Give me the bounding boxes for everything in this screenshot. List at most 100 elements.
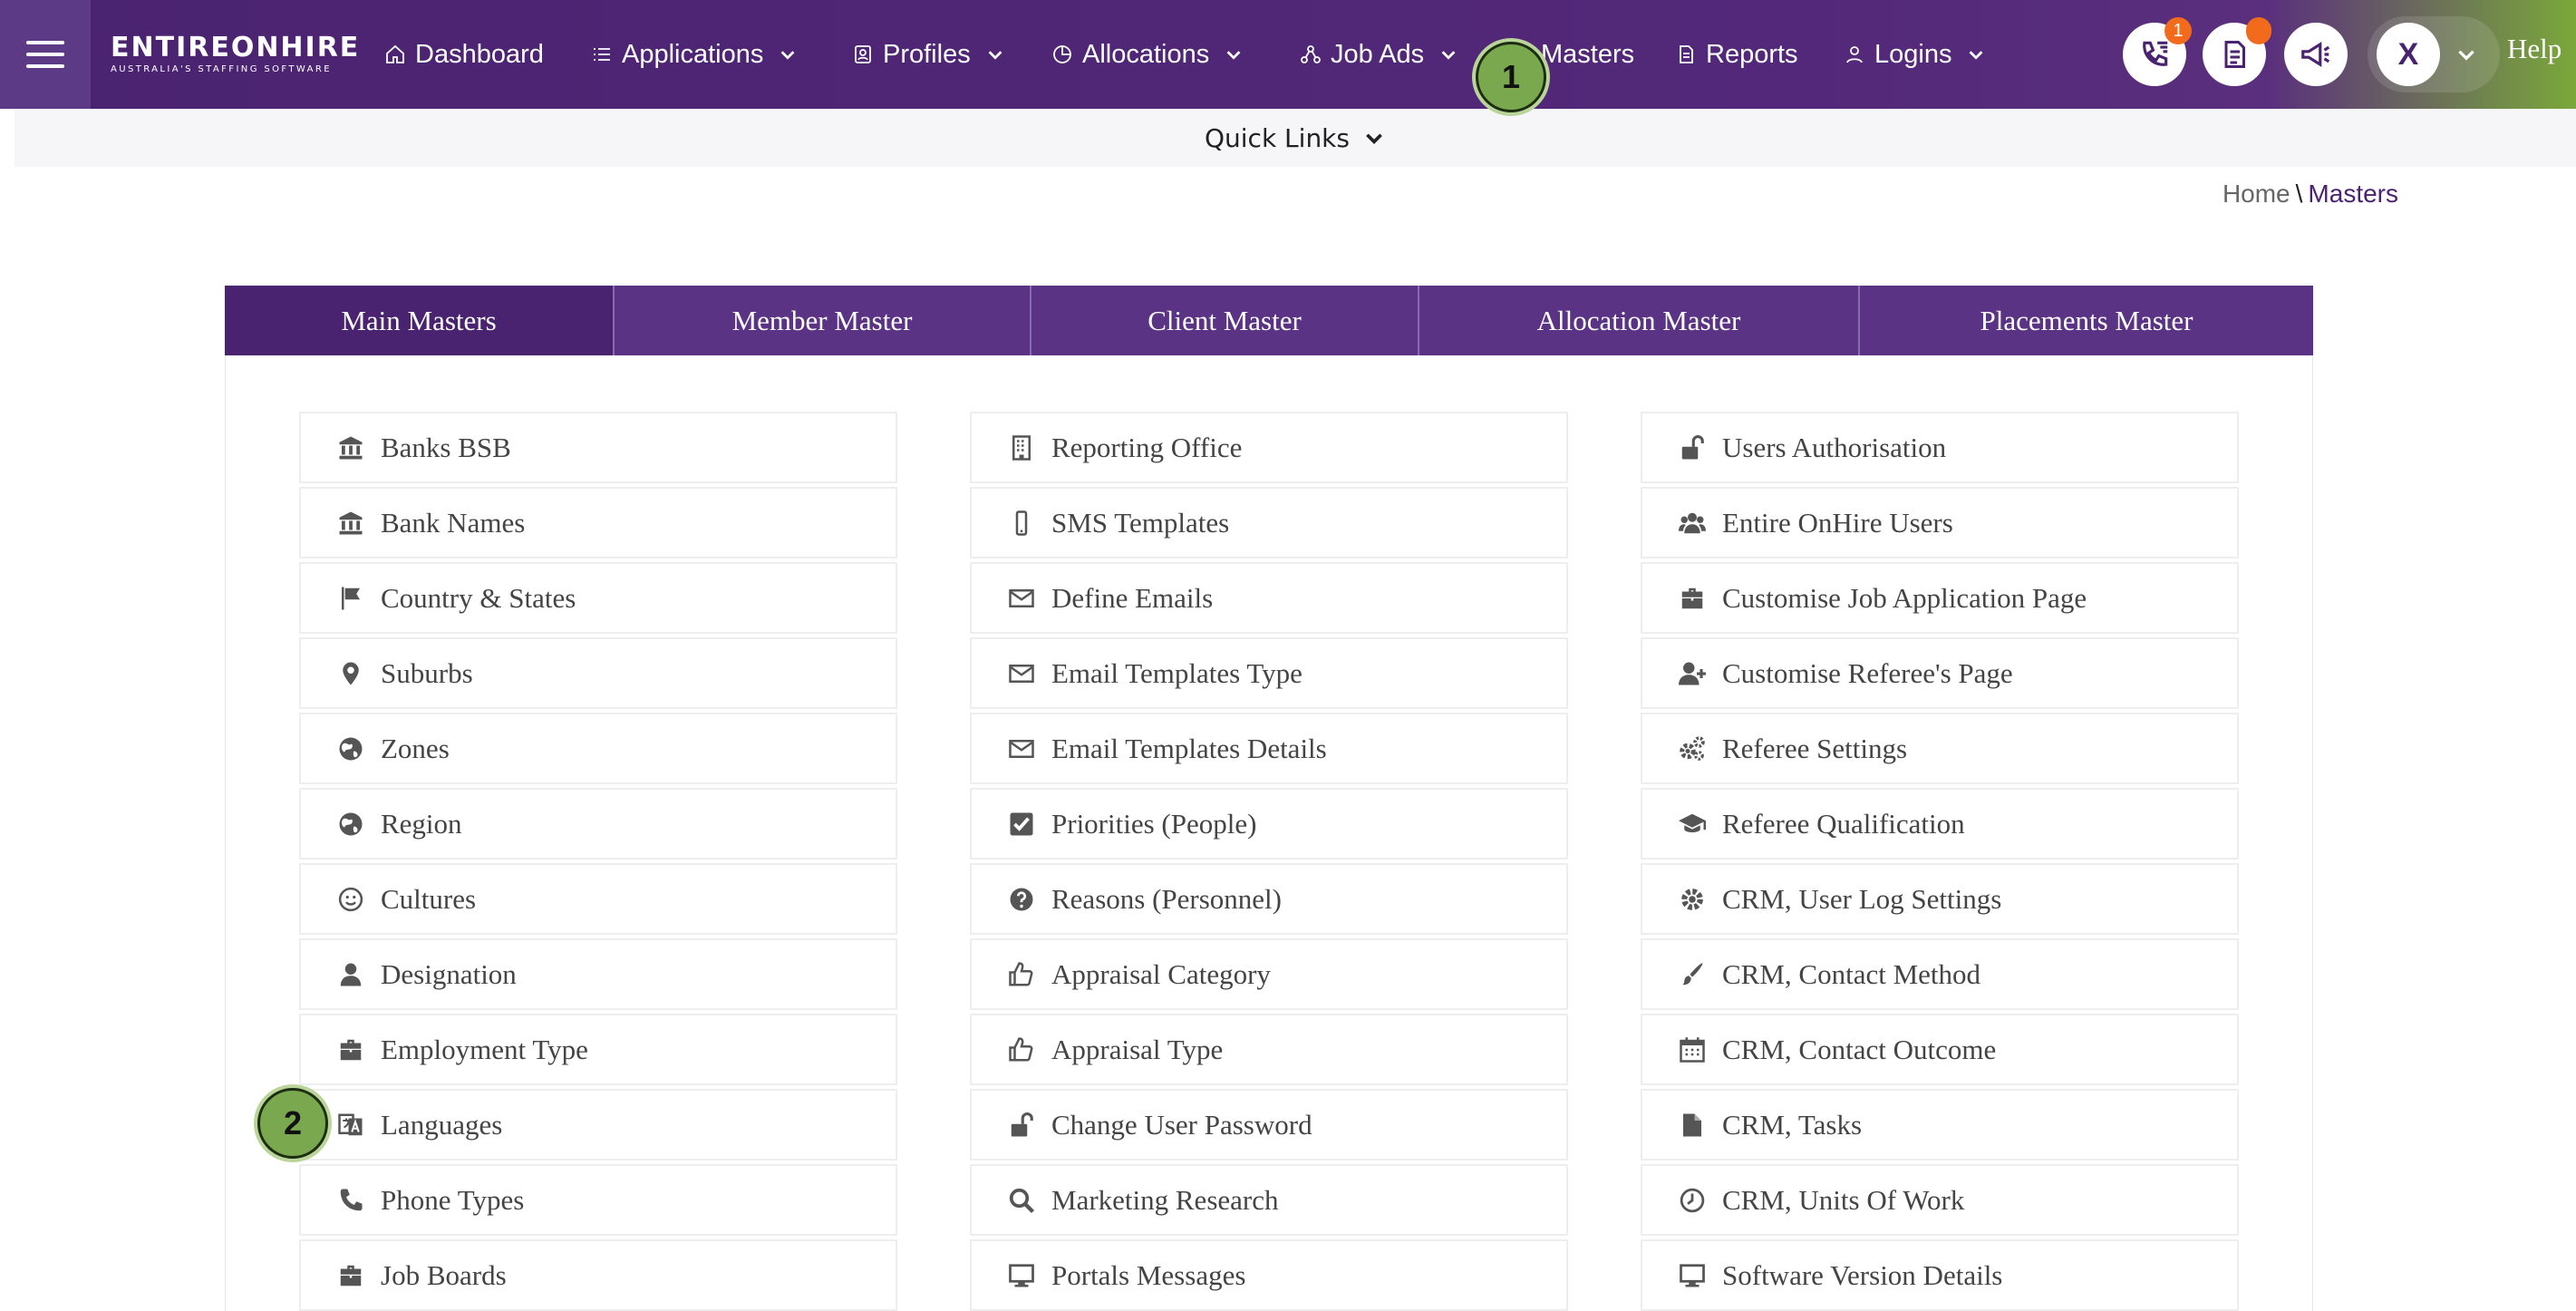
master-link-label: Marketing Research — [1051, 1183, 1279, 1216]
tab-member-master[interactable]: Member Master — [613, 286, 1030, 355]
master-link-label: CRM, Units Of Work — [1722, 1183, 1965, 1216]
step-marker-1: 1 — [1476, 42, 1546, 112]
thumbs-up-icon — [1006, 1034, 1037, 1065]
master-link-label: Customise Job Application Page — [1722, 581, 2087, 614]
master-link-reasons-personnel[interactable]: Reasons (Personnel) — [970, 863, 1568, 935]
user-icon — [335, 959, 366, 990]
master-link-label: Zones — [381, 732, 450, 764]
master-link-label: Languages — [381, 1108, 503, 1141]
master-link-label: Referee Qualification — [1722, 807, 1965, 840]
master-link-label: Region — [381, 807, 462, 840]
master-link-crm-tasks[interactable]: CRM, Tasks — [1641, 1089, 2239, 1160]
nav-profiles-label: Profiles — [883, 39, 971, 69]
master-link-entire-onhire-users[interactable]: Entire OnHire Users — [1641, 487, 2239, 558]
master-link-country-states[interactable]: Country & States — [299, 562, 897, 634]
master-link-label: CRM, Contact Method — [1722, 957, 1981, 990]
nav-dashboard[interactable]: Dashboard — [384, 29, 544, 80]
hamburger-menu-icon[interactable] — [0, 0, 91, 109]
master-link-portals-messages[interactable]: Portals Messages — [970, 1239, 1568, 1311]
master-link-crm-contact-outcome[interactable]: CRM, Contact Outcome — [1641, 1014, 2239, 1085]
checkbox-icon — [1006, 809, 1037, 840]
list-icon — [594, 48, 610, 61]
phone-icon — [335, 1185, 366, 1216]
master-link-phone-types[interactable]: Phone Types — [299, 1164, 897, 1236]
master-link-languages[interactable]: Languages — [299, 1089, 897, 1160]
master-link-marketing-research[interactable]: Marketing Research — [970, 1164, 1568, 1236]
master-link-suburbs[interactable]: Suburbs — [299, 637, 897, 709]
envelope-icon — [1006, 583, 1037, 614]
master-link-appraisal-category[interactable]: Appraisal Category — [970, 938, 1568, 1010]
master-link-label: Customise Referee's Page — [1722, 656, 2013, 689]
master-link-region[interactable]: Region — [299, 788, 897, 859]
master-link-job-boards[interactable]: Job Boards — [299, 1239, 897, 1311]
master-link-banks-bsb[interactable]: Banks BSB — [299, 412, 897, 483]
master-link-reporting-office[interactable]: Reporting Office — [970, 412, 1568, 483]
master-link-label: Suburbs — [381, 656, 473, 689]
nav-allocations[interactable]: Allocations — [1051, 29, 1244, 80]
master-link-label: Users Authorisation — [1722, 431, 1947, 463]
master-link-label: CRM, Contact Outcome — [1722, 1033, 1997, 1065]
master-link-email-templates-type[interactable]: Email Templates Type — [970, 637, 1568, 709]
user-menu[interactable]: X — [2368, 16, 2500, 92]
home-icon — [386, 44, 404, 63]
users-icon — [1677, 508, 1708, 539]
briefcase-icon — [1677, 583, 1708, 614]
nav-applications[interactable]: Applications — [591, 29, 798, 80]
master-link-bank-names[interactable]: Bank Names — [299, 487, 897, 558]
master-link-appraisal-type[interactable]: Appraisal Type — [970, 1014, 1568, 1085]
master-link-crm-units-of-work[interactable]: CRM, Units Of Work — [1641, 1164, 2239, 1236]
master-link-customise-job-application-page[interactable]: Customise Job Application Page — [1641, 562, 2239, 634]
brand-logo[interactable]: ENTIREONHIRE AUSTRALIA'S STAFFING SOFTWA… — [111, 27, 358, 82]
nav-logins[interactable]: Logins — [1844, 29, 1986, 80]
masters-grid: Banks BSB Bank Names Country & States Subur… — [299, 412, 2239, 1311]
nav-job-ads[interactable]: Job Ads — [1300, 29, 1458, 80]
master-link-priorities-people[interactable]: Priorities (People) — [970, 788, 1568, 859]
building-icon — [1006, 432, 1037, 463]
master-link-zones[interactable]: Zones — [299, 713, 897, 784]
master-link-crm-contact-method[interactable]: CRM, Contact Method — [1641, 938, 2239, 1010]
master-link-label: Banks BSB — [381, 431, 511, 463]
briefcase-icon — [335, 1260, 366, 1291]
master-link-cultures[interactable]: Cultures — [299, 863, 897, 935]
breadcrumb-home[interactable]: Home — [2223, 180, 2290, 208]
quick-links-toggle[interactable]: Quick Links — [15, 109, 2576, 167]
documents-button[interactable] — [2203, 17, 2271, 86]
master-link-users-authorisation[interactable]: Users Authorisation — [1641, 412, 2239, 483]
paint-brush-icon — [1677, 959, 1708, 990]
announcements-button[interactable] — [2284, 23, 2348, 86]
tab-allocation-master[interactable]: Allocation Master — [1418, 286, 1858, 355]
master-link-employment-type[interactable]: Employment Type — [299, 1014, 897, 1085]
chevron-down-icon — [1970, 51, 1983, 60]
master-link-email-templates-details[interactable]: Email Templates Details — [970, 713, 1568, 784]
master-link-referee-settings[interactable]: Referee Settings — [1641, 713, 2239, 784]
language-icon — [335, 1110, 366, 1141]
masters-tabs: Main Masters Member Master Client Master… — [225, 286, 2313, 355]
master-link-software-version-details[interactable]: Software Version Details — [1641, 1239, 2239, 1311]
help-link[interactable]: Help — [2507, 33, 2561, 65]
master-link-sms-templates[interactable]: SMS Templates — [970, 487, 1568, 558]
tab-client-master[interactable]: Client Master — [1030, 286, 1418, 355]
nav-reports[interactable]: Reports — [1675, 29, 1798, 80]
master-link-customise-referee-s-page[interactable]: Customise Referee's Page — [1641, 637, 2239, 709]
master-link-crm-user-log-settings[interactable]: CRM, User Log Settings — [1641, 863, 2239, 935]
nav-profiles[interactable]: Profiles — [852, 29, 1005, 80]
master-link-label: CRM, Tasks — [1722, 1108, 1863, 1141]
master-link-designation[interactable]: Designation — [299, 938, 897, 1010]
phone-list-icon — [2143, 41, 2168, 66]
master-link-define-emails[interactable]: Define Emails — [970, 562, 1568, 634]
envelope-icon — [1006, 733, 1037, 764]
master-link-referee-qualification[interactable]: Referee Qualification — [1641, 788, 2239, 859]
nav-masters[interactable]: Masters — [1541, 29, 1634, 80]
thumbs-up-icon — [1006, 959, 1037, 990]
tab-placements-master[interactable]: Placements Master — [1858, 286, 2313, 355]
calls-button[interactable]: 1 — [2123, 17, 2192, 86]
calendar-icon — [1677, 1034, 1708, 1065]
envelope-icon — [1006, 658, 1037, 689]
master-link-change-user-password[interactable]: Change User Password — [970, 1089, 1568, 1160]
clock-icon — [1677, 1185, 1708, 1216]
bank-icon — [335, 508, 366, 539]
master-link-label: Reporting Office — [1051, 431, 1243, 463]
user-plus-icon — [1677, 658, 1708, 689]
tab-main-masters[interactable]: Main Masters — [225, 286, 613, 355]
pie-chart-icon — [1053, 45, 1071, 63]
